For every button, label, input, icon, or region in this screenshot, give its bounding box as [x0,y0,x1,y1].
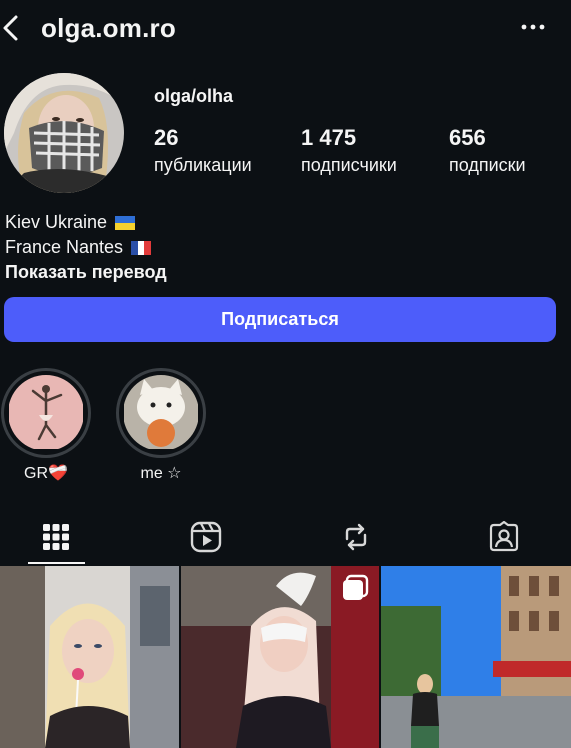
bio-location-2: France Nantes [5,237,124,257]
tab-reels[interactable] [176,508,236,566]
highlight-cover [123,375,199,451]
stat-followers-value: 1 475 [301,125,357,150]
stat-posts-label: публикации [154,155,252,175]
highlight-ring [1,368,91,458]
display-name: olga/olha [154,86,234,106]
active-tab-indicator [28,562,85,564]
highlight-gr[interactable]: GR❤️‍🩹 [1,368,91,483]
bio-line-2: France Nantes [5,235,167,260]
stat-posts[interactable]: 26 публикации [154,125,252,176]
tagged-icon [489,521,519,552]
follow-button[interactable]: Подписаться [4,297,556,342]
repost-icon [345,523,367,551]
post-grid [0,566,571,748]
tab-tagged[interactable] [474,508,534,566]
stat-posts-value: 26 [154,125,179,150]
stat-following-label: подписки [449,155,526,175]
reels-icon [190,521,222,553]
highlight-ring [116,368,206,458]
stat-following-value: 656 [449,125,486,150]
chevron-left-icon[interactable] [0,14,24,42]
ellipsis-icon[interactable] [521,17,545,37]
profile-username: olga.om.ro [41,13,176,43]
highlight-me[interactable]: me ☆ [116,368,206,483]
avatar[interactable] [4,73,124,193]
top-bar: olga.om.ro [0,0,571,58]
tab-reposts[interactable] [326,508,386,566]
france-flag-icon [131,240,152,255]
show-translation-link[interactable]: Показать перевод [5,260,167,285]
highlight-cover [8,375,84,451]
stat-following[interactable]: 656 подписки [449,125,526,176]
highlight-label: GR❤️‍🩹 [24,465,68,482]
tab-posts[interactable] [26,508,86,566]
post-thumbnail[interactable] [181,566,379,748]
bio: Kiev Ukraine France Nantes Показать пере… [5,210,167,285]
stat-followers-label: подписчики [301,155,397,175]
bio-line-1: Kiev Ukraine [5,210,167,235]
post-thumbnail[interactable] [0,566,179,748]
post-thumbnail[interactable] [381,566,571,748]
profile-tabs [0,508,571,566]
grid-icon [43,524,69,550]
stat-followers[interactable]: 1 475 подписчики [301,125,397,176]
highlight-label: me ☆ [140,465,182,482]
ukraine-flag-icon [115,215,136,230]
bio-location-1: Kiev Ukraine [5,212,108,232]
